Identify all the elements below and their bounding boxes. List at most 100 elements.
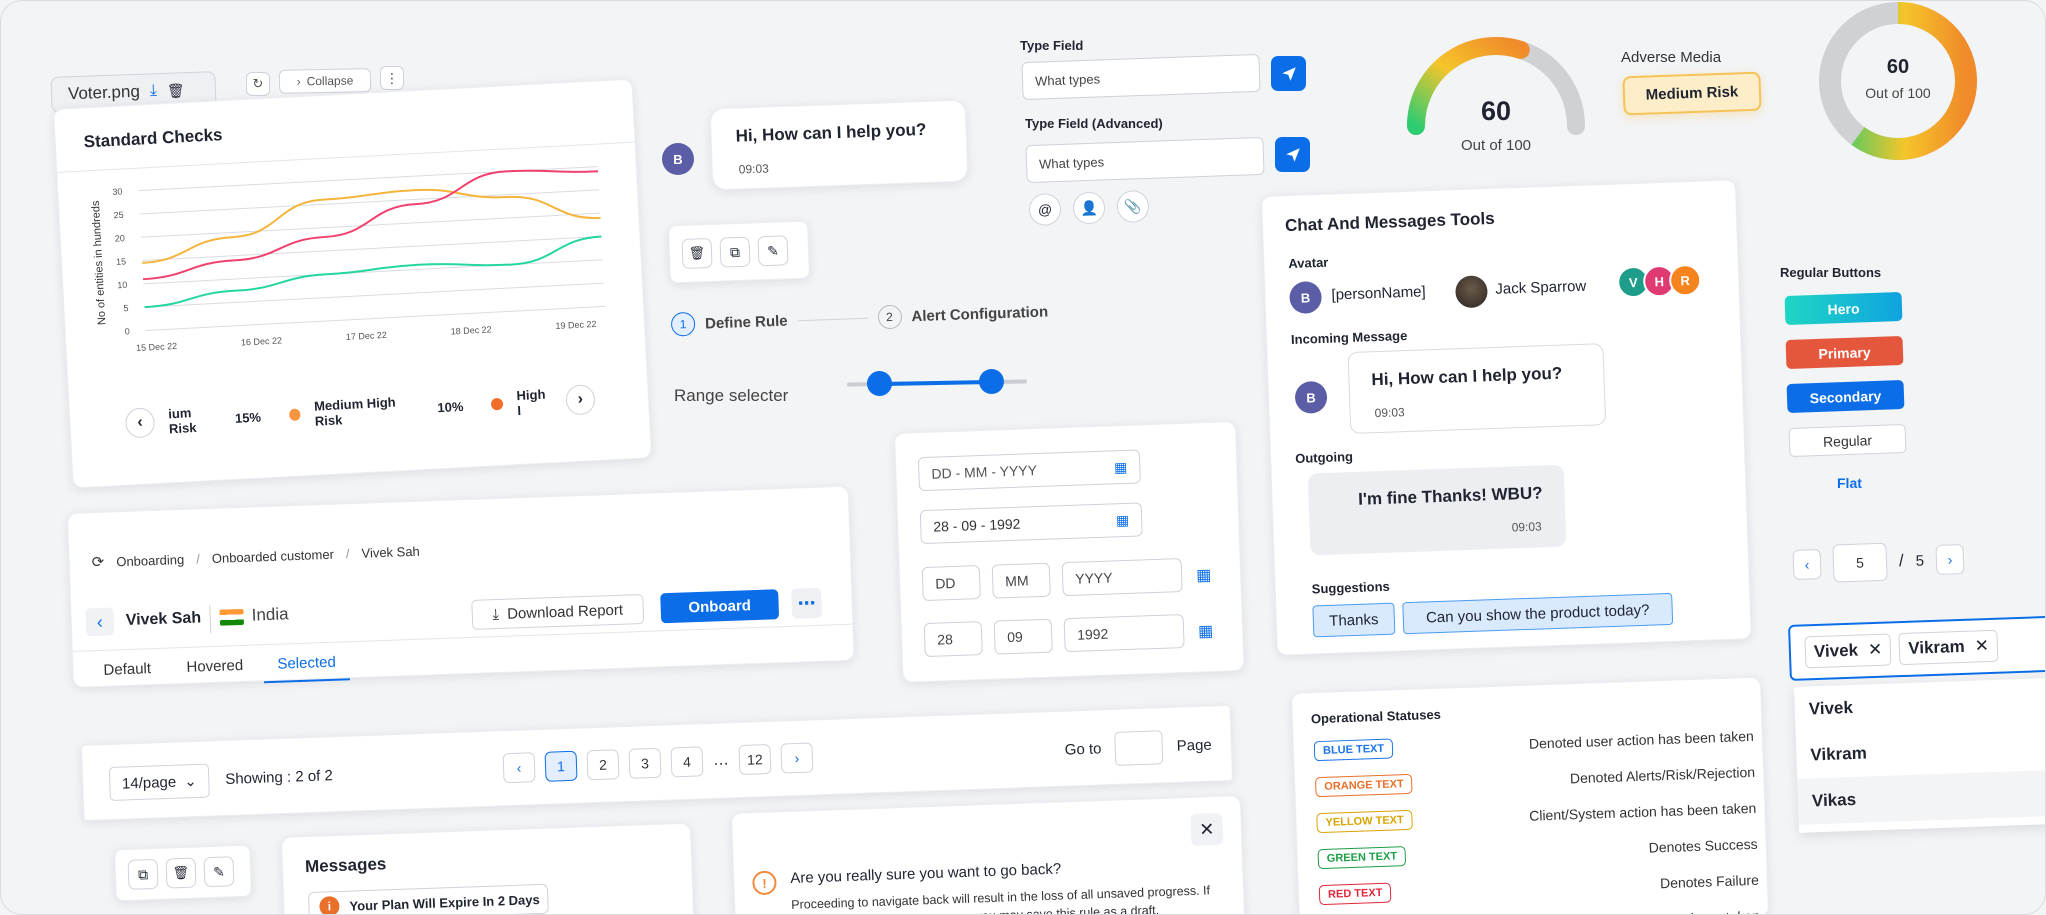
step-1-label[interactable]: Define Rule bbox=[705, 312, 788, 332]
outgoing-time: 09:03 bbox=[1511, 519, 1542, 535]
back-button[interactable]: ‹ bbox=[85, 607, 115, 637]
breadcrumb-item[interactable]: Onboarded customer bbox=[212, 546, 335, 565]
tab-selected[interactable]: Selected bbox=[263, 653, 351, 684]
day-field[interactable]: DD bbox=[921, 565, 981, 602]
status-tag: RED TEXT bbox=[1318, 882, 1392, 906]
dropdown-option[interactable]: Vikas bbox=[1797, 769, 2045, 825]
close-icon[interactable]: ✕ bbox=[1974, 636, 1989, 656]
secondary-button[interactable]: Secondary bbox=[1786, 379, 1905, 414]
primary-button[interactable]: Primary bbox=[1785, 335, 1904, 370]
download-report-button[interactable]: ⤓ Download Report bbox=[471, 593, 645, 630]
year-field[interactable]: YYYY bbox=[1061, 558, 1183, 597]
legend-pct-2: 10% bbox=[437, 398, 464, 415]
page-button[interactable]: 12 bbox=[738, 743, 772, 776]
edit-icon[interactable]: ✎ bbox=[757, 235, 789, 267]
step-2-circle[interactable]: 2 bbox=[877, 304, 902, 330]
collapse-button[interactable]: › Collapse bbox=[278, 68, 372, 94]
regular-button[interactable]: Regular bbox=[1788, 423, 1907, 458]
calendar-icon[interactable]: ▦ bbox=[1114, 458, 1128, 475]
avatar: B bbox=[1289, 280, 1323, 315]
y-tick-label: 5 bbox=[123, 303, 129, 313]
current-page-input[interactable]: 5 bbox=[1832, 542, 1888, 583]
step-2-label[interactable]: Alert Configuration bbox=[911, 303, 1048, 325]
date-picker-filled[interactable]: 28 - 09 - 1992 ▦ bbox=[919, 502, 1143, 545]
type-field-advanced-input[interactable]: What types bbox=[1025, 136, 1265, 184]
gauge-caption: Out of 100 bbox=[1460, 137, 1532, 154]
page-button[interactable]: 4 bbox=[670, 746, 704, 778]
month-field-filled[interactable]: 09 bbox=[993, 618, 1053, 655]
canvas: Voter.png ⤓ 🗑 ↻ › Collapse ⋮ Standard Ch… bbox=[0, 0, 2046, 915]
page-button[interactable]: 3 bbox=[628, 747, 662, 779]
close-button[interactable]: ✕ bbox=[1190, 812, 1224, 846]
suggestion-chip[interactable]: Thanks bbox=[1312, 602, 1396, 638]
send-button[interactable] bbox=[1271, 56, 1306, 91]
status-list: BLUE TEXT Denoted user action has been ta… bbox=[1313, 722, 1760, 914]
more-horizontal-button[interactable]: ⋯ bbox=[791, 587, 823, 619]
tab-hovered[interactable]: Hovered bbox=[186, 657, 243, 676]
goto-input[interactable] bbox=[1114, 730, 1164, 766]
incoming-bubble: Hi, How can I help you? 09:03 bbox=[709, 99, 969, 191]
next-page-button[interactable]: › bbox=[1935, 544, 1965, 575]
calendar-icon[interactable]: ▦ bbox=[1196, 565, 1212, 586]
step-1-circle[interactable]: 1 bbox=[670, 311, 696, 337]
legend-next-button[interactable]: › bbox=[565, 384, 596, 416]
plan-expiry-text: Your Plan Will Expire In 2 Days bbox=[349, 891, 540, 914]
trash-icon[interactable]: 🗑 bbox=[165, 857, 197, 889]
prev-page-button[interactable]: ‹ bbox=[502, 752, 536, 784]
collapse-label: Collapse bbox=[306, 73, 354, 89]
prev-page-button[interactable]: ‹ bbox=[1792, 549, 1822, 580]
breadcrumb-item[interactable]: Vivek Sah bbox=[361, 543, 420, 560]
calendar-icon[interactable]: ▦ bbox=[1198, 621, 1214, 642]
add-user-icon[interactable]: 👤 bbox=[1072, 191, 1106, 225]
refresh-button[interactable]: ↻ bbox=[246, 72, 270, 96]
calendar-icon[interactable]: ▦ bbox=[1116, 511, 1130, 528]
name-divider bbox=[209, 605, 212, 634]
range-high-handle[interactable] bbox=[978, 368, 1005, 395]
grid-line bbox=[139, 189, 600, 215]
bubble-text: Hi, How can I help you? bbox=[735, 119, 927, 146]
trash-icon[interactable]: 🗑 bbox=[681, 237, 713, 269]
page-button[interactable]: 1 bbox=[544, 750, 578, 782]
mention-icon[interactable]: @ bbox=[1028, 192, 1062, 227]
close-icon[interactable]: ✕ bbox=[1868, 640, 1883, 660]
send-button-advanced[interactable] bbox=[1275, 137, 1310, 172]
per-page-value: 14/page bbox=[121, 773, 177, 793]
status-description: Client/System action has been taken bbox=[1528, 799, 1757, 824]
multi-select-input[interactable]: Vivek ✕ Vikram ✕ bbox=[1788, 615, 2045, 681]
more-vertical-button[interactable]: ⋮ bbox=[380, 66, 404, 90]
attachment-icon[interactable]: 📎 bbox=[1116, 189, 1150, 224]
month-field[interactable]: MM bbox=[991, 562, 1051, 599]
day-field-filled[interactable]: 28 bbox=[923, 621, 983, 658]
year-field-filled[interactable]: 1992 bbox=[1063, 614, 1185, 653]
date-value: 28 - 09 - 1992 bbox=[933, 515, 1021, 535]
copy-icon[interactable]: ⧉ bbox=[127, 858, 159, 890]
legend-label-2: Medium High Risk bbox=[313, 394, 397, 429]
breadcrumb-item[interactable]: Onboarding bbox=[116, 551, 184, 568]
next-page-button[interactable]: › bbox=[780, 742, 814, 774]
suggestion-chip[interactable]: Can you show the product today? bbox=[1402, 592, 1674, 635]
per-page-select[interactable]: 14/page ⌄ bbox=[108, 763, 210, 802]
hero-button[interactable]: Hero bbox=[1784, 291, 1903, 326]
trash-icon[interactable]: 🗑 bbox=[167, 82, 185, 100]
range-track[interactable] bbox=[846, 368, 1028, 397]
grid-line bbox=[144, 282, 604, 308]
tab-default[interactable]: Default bbox=[103, 660, 151, 679]
send-icon bbox=[1285, 147, 1300, 162]
dialog-question: Are you really sure you want to go back? bbox=[790, 860, 1062, 887]
onboard-button[interactable]: Onboard bbox=[660, 589, 780, 624]
download-icon[interactable]: ⤓ bbox=[150, 82, 158, 100]
chevron-down-icon: ⌄ bbox=[183, 772, 198, 791]
status-tag: ORANGE TEXT bbox=[1314, 773, 1414, 798]
y-tick-label: 30 bbox=[112, 186, 123, 197]
edit-icon[interactable]: ✎ bbox=[203, 856, 235, 888]
page-button[interactable]: 2 bbox=[586, 749, 620, 781]
country-name: India bbox=[251, 604, 289, 625]
plan-expiry-banner: i Your Plan Will Expire In 2 Days bbox=[307, 883, 549, 914]
flat-button[interactable]: Flat bbox=[1837, 475, 1862, 491]
date-picker-empty[interactable]: DD - MM - YYYY ▦ bbox=[917, 449, 1141, 492]
type-field-input[interactable]: What types bbox=[1021, 53, 1261, 101]
copy-icon[interactable]: ⧉ bbox=[719, 236, 751, 268]
range-low-handle[interactable] bbox=[867, 370, 893, 397]
legend-prev-button[interactable]: ‹ bbox=[124, 407, 156, 439]
breadcrumb-separator: / bbox=[345, 545, 350, 561]
